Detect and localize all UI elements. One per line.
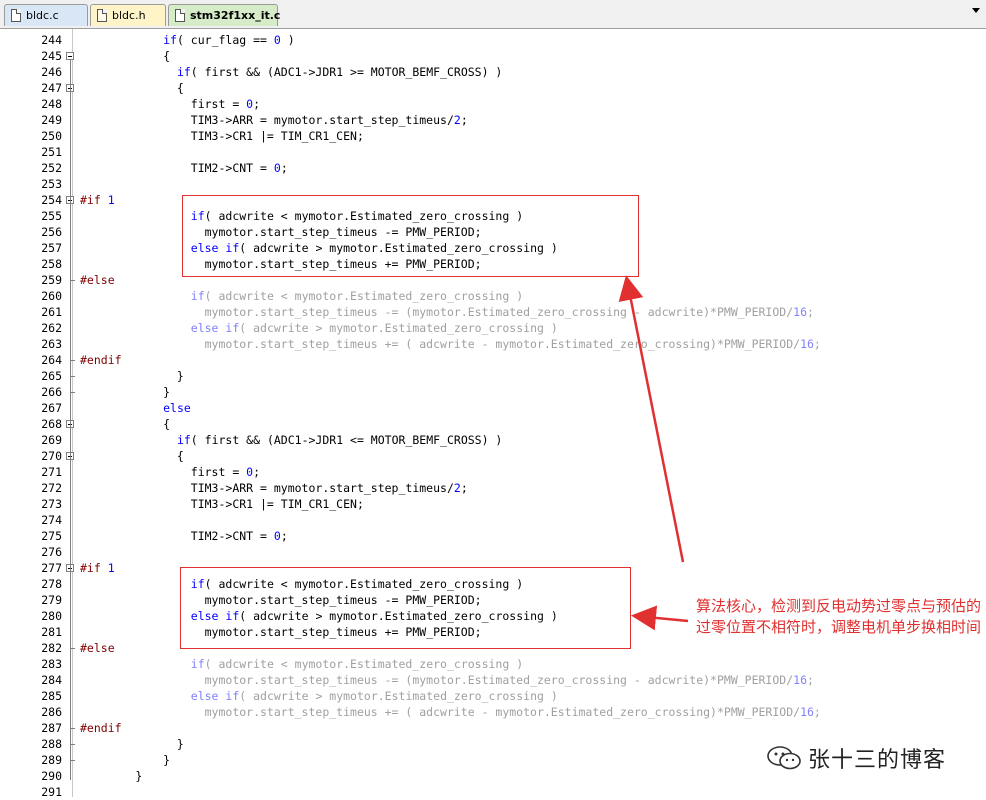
annotation-note: 算法核心，检测到反电动势过零点与预估的过零位置不相符时，调整电机单步换相时间 xyxy=(696,597,982,636)
wechat-icon xyxy=(767,746,801,770)
arrow-to-upper-box xyxy=(618,275,685,563)
watermark: 张十三的博客 xyxy=(766,742,946,774)
watermark-text: 张十三的博客 xyxy=(808,748,947,773)
arrow-to-lower-box xyxy=(631,605,689,631)
annotation-arrows xyxy=(618,275,689,631)
